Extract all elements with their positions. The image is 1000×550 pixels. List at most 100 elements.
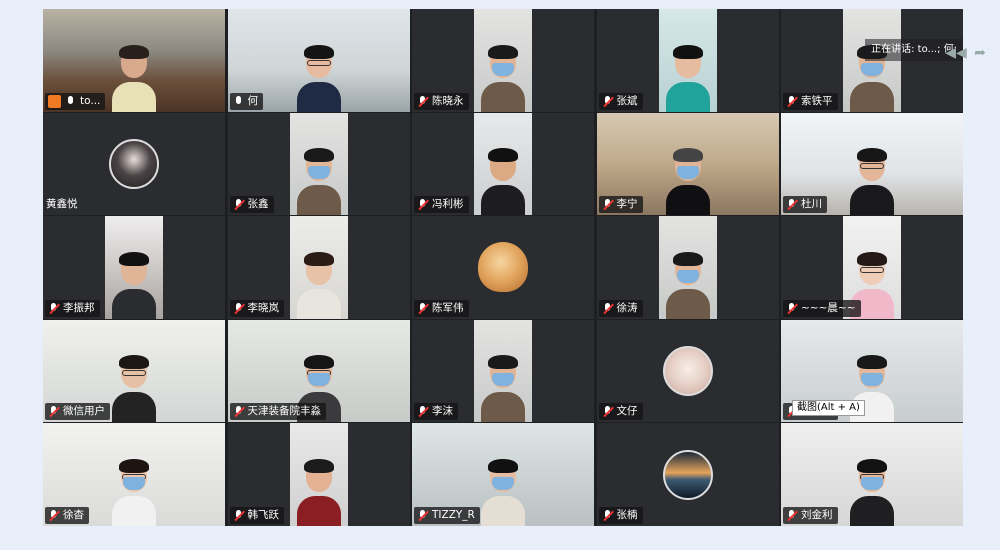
participant-name: 杜川: [801, 198, 822, 211]
participant-nametag: 李沫: [414, 403, 458, 421]
participant-avatar: [662, 346, 713, 397]
participant-tile[interactable]: to...: [43, 9, 225, 112]
participant-video: [658, 216, 717, 319]
participant-hair: [119, 458, 149, 473]
glasses: [122, 370, 146, 377]
participant-body: [112, 392, 156, 423]
participant-body: [850, 185, 894, 216]
participant-name: 何: [247, 94, 259, 107]
participant-avatar: [109, 138, 159, 189]
participant-name: 文仔: [616, 405, 638, 418]
participant-tile[interactable]: 冯利彬: [412, 112, 594, 216]
mic-muted-icon: [48, 406, 59, 417]
participant-nametag: 冯利彬: [414, 196, 469, 214]
participant-tile[interactable]: ~~~晨~~: [781, 216, 963, 319]
participant-nametag: 天津装备院丰淼: [229, 403, 326, 421]
participant-nametag: ~~~晨~~: [783, 299, 861, 317]
mic-muted-icon: [786, 509, 797, 521]
participant-tile[interactable]: 李沫: [412, 319, 594, 423]
participant-nametag: 徐杳: [45, 506, 89, 524]
participant-nametag: 刘金利: [783, 506, 838, 524]
participant-video: [289, 216, 348, 319]
participant-head: [119, 458, 149, 492]
participant-tile[interactable]: TIZZY_R: [412, 423, 594, 526]
participant-tile[interactable]: 杜川: [781, 112, 963, 216]
participant-name: 李宁: [616, 198, 638, 211]
glasses: [860, 266, 884, 273]
participant-head: [857, 458, 887, 492]
participant-nametag: 黄鑫悦: [43, 196, 83, 213]
participant-hair: [303, 355, 334, 370]
participant-name: 陈军伟: [432, 301, 464, 314]
participant-name: 索铁平: [801, 94, 833, 107]
participant-tile[interactable]: 张楠: [596, 423, 779, 526]
participant-video: [474, 9, 532, 112]
participant-tile[interactable]: 李晓岚: [227, 216, 410, 319]
participant-nametag: 韩飞跃: [229, 506, 284, 524]
participant-avatar: [478, 242, 528, 293]
participant-head: [119, 355, 149, 389]
participant-tile[interactable]: 文仔: [596, 319, 779, 423]
mic-muted-icon: [233, 509, 244, 521]
participant-head: [119, 44, 149, 78]
mic-muted-icon: [48, 302, 59, 314]
participant-name: 李晓岚: [247, 301, 280, 314]
participant-figure: [481, 148, 525, 216]
participant-head: [488, 458, 518, 492]
participant-figure: [850, 458, 894, 526]
participant-body: [481, 495, 525, 526]
participant-name: 微信用户: [63, 405, 105, 418]
participant-body: [296, 288, 341, 319]
participant-tile[interactable]: 天津装备院丰淼: [227, 319, 410, 423]
participant-tile[interactable]: 韩飞跃: [227, 423, 410, 526]
participant-name: 黄鑫悦: [46, 198, 78, 211]
participant-tile[interactable]: 陈军伟: [412, 216, 594, 319]
participant-video: [474, 112, 532, 216]
mic-muted-icon: [602, 302, 613, 314]
participant-tile[interactable]: 刘金利: [781, 423, 963, 526]
participant-body: [296, 81, 341, 112]
participant-nametag: 杜川: [783, 196, 827, 214]
participant-hair: [488, 355, 518, 370]
face-mask: [861, 476, 883, 490]
pin-icon[interactable]: ➦: [969, 42, 991, 64]
participant-tile[interactable]: 徐杳: [43, 423, 225, 526]
participant-tile[interactable]: 黄鑫悦: [43, 112, 225, 216]
face-mask: [861, 373, 883, 387]
double-chevron-icon[interactable]: ◀◀: [945, 42, 967, 64]
participant-nametag: TIZZY_R: [414, 506, 480, 524]
participant-body: [296, 495, 341, 526]
participant-video: [474, 319, 532, 423]
participant-name: ~~~晨~~: [801, 301, 856, 314]
participant-tile[interactable]: 张斌: [596, 9, 779, 112]
participant-body: [850, 495, 894, 526]
participant-hair: [672, 44, 703, 59]
participant-head: [303, 148, 334, 182]
participant-nametag: 张楠: [598, 506, 643, 524]
participant-nametag: 李晓岚: [229, 299, 284, 317]
participant-figure: [112, 44, 156, 112]
participant-figure: [296, 148, 341, 216]
participant-hair: [303, 251, 334, 266]
participant-head: [303, 44, 334, 78]
participant-tile[interactable]: 李宁: [596, 112, 779, 216]
participant-tile[interactable]: 李振邦: [43, 216, 225, 319]
participant-tile[interactable]: 陈晓永: [412, 9, 594, 112]
mic-muted-icon: [233, 406, 244, 417]
participant-tile[interactable]: 徐涛: [596, 216, 779, 319]
face-mask: [307, 373, 330, 387]
participant-head: [303, 251, 334, 285]
screenshot-tooltip: 截图(Alt + A): [792, 400, 865, 416]
participant-figure: [665, 148, 710, 216]
participant-nametag: 陈军伟: [414, 299, 469, 317]
participant-body: [665, 81, 710, 112]
participant-tile[interactable]: 微信用户: [43, 319, 225, 423]
participant-name: 张鑫: [247, 198, 269, 211]
participant-tile[interactable]: 何: [227, 9, 410, 112]
meeting-video-grid: to... 何 陈晓永 张斌 索铁平黄鑫悦 张鑫 冯利彬 李宁 杜川李振邦 李晓岚 陈军伟 徐涛 ~~~…: [43, 9, 963, 526]
participant-hair: [119, 251, 149, 266]
participant-hair: [857, 148, 887, 163]
participant-tile[interactable]: 张鑫: [227, 112, 410, 216]
participant-hair: [857, 355, 887, 370]
participant-name: 冯利彬: [432, 198, 464, 211]
